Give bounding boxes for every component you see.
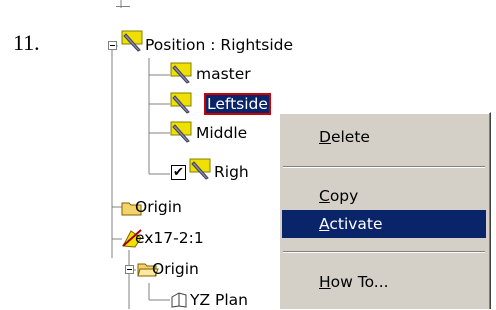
tree-item-master[interactable]: master: [196, 64, 251, 84]
representation-flag-icon: [189, 158, 211, 180]
plane-icon: [171, 292, 187, 308]
menu-separator: [283, 251, 485, 253]
menu-separator: [283, 166, 485, 168]
menu-item-copy[interactable]: Copy: [282, 182, 486, 210]
partial-node-icon: [116, 0, 130, 7]
active-checkbox[interactable]: ✔: [171, 165, 186, 180]
tree-item-origin[interactable]: Origin: [135, 197, 182, 217]
context-menu: Delete Copy Activate How To...: [278, 112, 491, 309]
menu-item-delete[interactable]: Delete: [282, 123, 486, 151]
tree-item-yz-plane[interactable]: YZ Plan: [190, 290, 248, 310]
tree-item-middle[interactable]: Middle: [196, 123, 247, 143]
tree-item-rightside[interactable]: Righ: [214, 162, 249, 182]
representation-flag-icon: [170, 62, 192, 84]
representation-flag-icon: [170, 121, 192, 143]
position-node-label[interactable]: Position : Rightside: [145, 35, 293, 55]
menu-item-activate[interactable]: Activate: [282, 210, 486, 238]
tree-item-part-origin[interactable]: Origin: [152, 259, 199, 279]
collapse-expander[interactable]: [108, 41, 117, 50]
tree-item-leftside[interactable]: Leftside: [204, 93, 271, 115]
representation-flag-icon: [170, 92, 192, 114]
collapse-expander[interactable]: [125, 265, 134, 274]
menu-item-how-to[interactable]: How To...: [282, 268, 486, 296]
representation-flag-icon: [121, 30, 143, 52]
tree-item-part[interactable]: ex17-2:1: [135, 228, 204, 248]
